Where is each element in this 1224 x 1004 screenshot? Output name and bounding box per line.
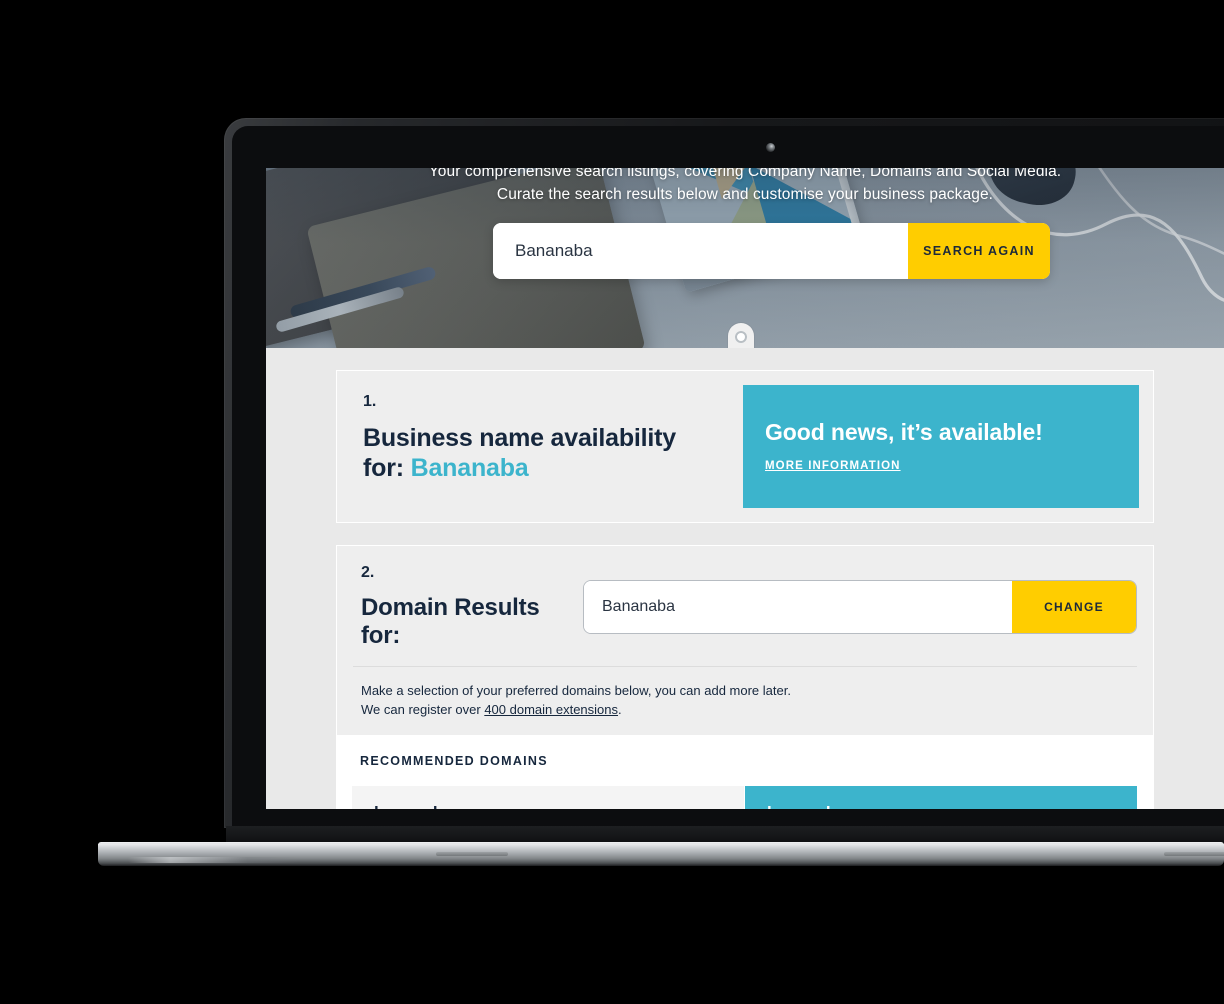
search-again-button[interactable]: SEARCH AGAIN — [908, 223, 1050, 279]
hero-search-bar[interactable]: SEARCH AGAIN — [493, 223, 1050, 279]
laptop-base — [98, 826, 1224, 866]
business-name-heading-prefix: for: — [363, 454, 404, 482]
domain-note-suffix: . — [618, 702, 622, 717]
domain-extensions-link[interactable]: 400 domain extensions — [484, 702, 618, 717]
more-information-link[interactable]: MORE INFORMATION — [765, 460, 901, 472]
domain-row-bananaba-com-au[interactable]: bananaba.com.au Added to Summary — [745, 786, 1138, 809]
screenshot-stage: Your comprehensive search listings, cove… — [0, 0, 1224, 1004]
main-content: 1. Business name availability for: Banan… — [266, 348, 1224, 809]
availability-status-card: Good news, it’s available! MORE INFORMAT… — [743, 385, 1139, 508]
business-name-query: Bananaba — [410, 454, 529, 482]
domain-results-grid: bananaba.com Unavailable bananaba.com.au… — [352, 786, 1138, 809]
domain-results-title: Domain Results for: — [361, 594, 540, 649]
domain-note-prefix: We can register over — [361, 702, 485, 717]
domain-selection-note: Make a selection of your preferred domai… — [353, 667, 1137, 721]
business-name-info: 1. Business name availability for: Banan… — [351, 385, 743, 508]
business-name-heading: Business name availability for: Bananaba — [363, 423, 737, 483]
domain-name-label: bananaba.com.au — [767, 802, 909, 809]
business-name-panel: 1. Business name availability for: Banan… — [336, 370, 1154, 523]
domain-name-input[interactable] — [584, 581, 1012, 633]
browser-viewport: Your comprehensive search listings, cove… — [266, 168, 1224, 809]
domain-results-heading: 2. Domain Results for: — [353, 564, 583, 650]
laptop-port-right — [1164, 852, 1224, 856]
domain-note-line2: We can register over 400 domain extensio… — [361, 700, 1129, 719]
hero-section: Your comprehensive search listings, cove… — [266, 168, 1224, 348]
availability-status-title: Good news, it’s available! — [765, 419, 1043, 445]
scroll-pin-marker-icon — [728, 323, 754, 348]
laptop-port-left — [436, 852, 508, 856]
hero-tagline: Your comprehensive search listings, cove… — [266, 168, 1224, 206]
domain-results-panel: 2. Domain Results for: CHANGE Make a sel… — [336, 545, 1154, 736]
recommended-domains-section: RECOMMENDED DOMAINS bananaba.com Unavail… — [336, 736, 1154, 809]
webcam-icon — [766, 143, 775, 152]
step-1-number: 1. — [363, 393, 377, 410]
domain-row-bananaba-com[interactable]: bananaba.com Unavailable — [352, 786, 745, 809]
business-name-heading-line1: Business name availability — [363, 424, 677, 452]
change-domain-button[interactable]: CHANGE — [1012, 581, 1136, 633]
step-2-number: 2. — [361, 564, 375, 581]
hero-tagline-line2: Curate the search results below and cust… — [496, 186, 994, 203]
domain-note-line1: Make a selection of your preferred domai… — [361, 683, 791, 698]
domain-name-field-group[interactable]: CHANGE — [583, 580, 1137, 634]
recommended-domains-heading: RECOMMENDED DOMAINS — [360, 754, 548, 768]
laptop-base-highlight — [128, 857, 298, 863]
hero-tagline-line1: Your comprehensive search listings, cove… — [428, 168, 1062, 180]
domain-name-label: bananaba.com — [374, 802, 492, 809]
search-input[interactable] — [493, 223, 908, 279]
